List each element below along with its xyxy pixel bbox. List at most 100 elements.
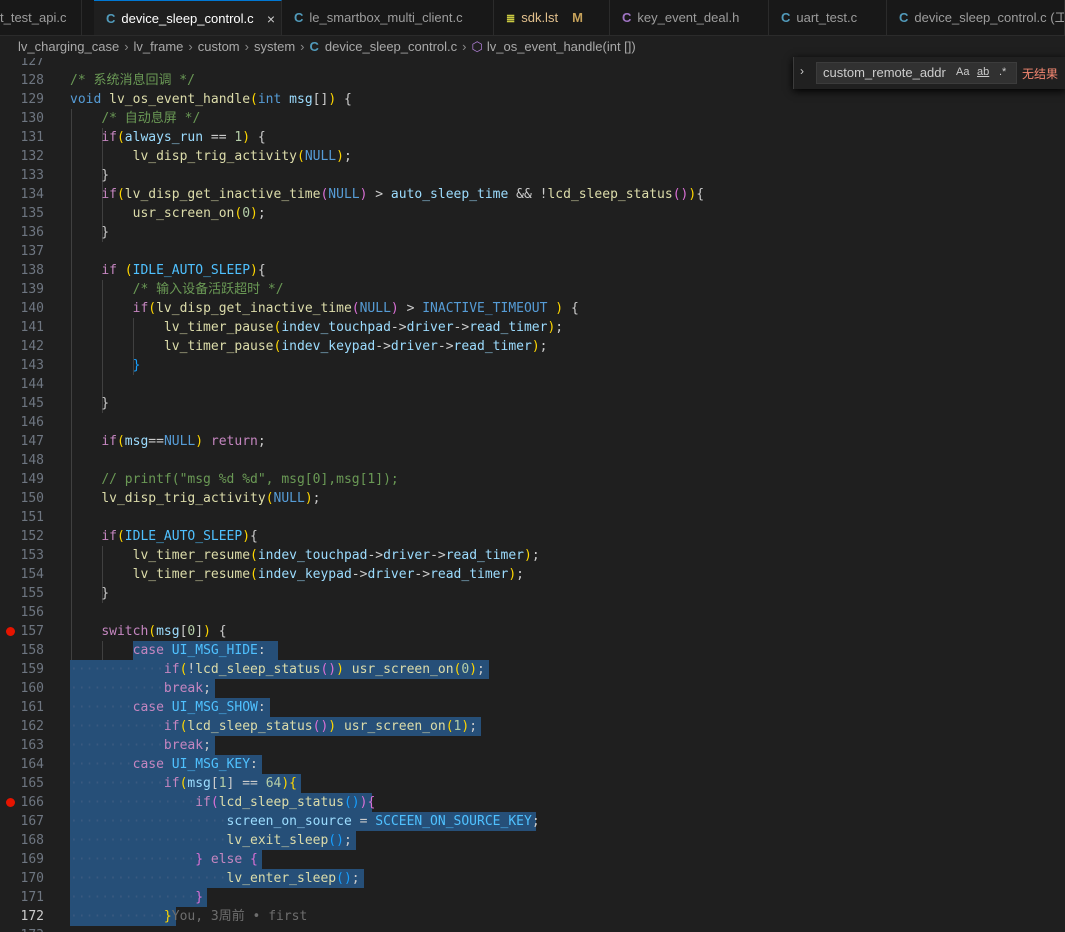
code-text: ················if(lcd_sleep_status()){ [70, 795, 376, 810]
line-number[interactable]: 164 [0, 755, 44, 774]
line-number[interactable]: 160 [0, 679, 44, 698]
c-file-icon: C [309, 39, 319, 54]
line-number[interactable]: 166 [0, 793, 44, 812]
line-number[interactable]: 132 [0, 147, 44, 166]
code-line: 165 ············if(msg[1] == 64){ [0, 774, 1065, 793]
git-blame-annotation[interactable]: You, 3周前 • first [172, 909, 308, 924]
tab-device-sleep-control-c[interactable]: Cdevice_sleep_control.c (工 [887, 0, 1065, 35]
code-text: } [70, 225, 110, 240]
code-text: ················} [70, 890, 204, 905]
line-number[interactable]: 129 [0, 90, 44, 109]
code-line: 170 ····················lv_enter_sleep(); [0, 869, 1065, 888]
line-number[interactable]: 137 [0, 242, 44, 261]
tab-uart-test-c[interactable]: Cuart_test.c [769, 0, 887, 35]
toggle-replace-chevron-icon[interactable]: › [800, 64, 804, 78]
tab-sdk-lst[interactable]: ≣ sdk.lst M [494, 0, 610, 35]
code-line: 153 lv_timer_resume(indev_touchpad->driv… [0, 546, 1065, 565]
line-number[interactable]: 148 [0, 451, 44, 470]
line-number[interactable]: 134 [0, 185, 44, 204]
tab-t-test-api-c[interactable]: t_test_api.c [0, 0, 82, 35]
code-text: if(msg==NULL) return; [101, 434, 266, 449]
find-input[interactable]: custom_remote_addr Aa ab .* [816, 62, 1017, 84]
line-number[interactable]: 155 [0, 584, 44, 603]
breadcrumb-item[interactable]: system [254, 39, 295, 54]
code-text: } [70, 168, 110, 183]
line-number[interactable]: 128 [0, 71, 44, 90]
line-number[interactable]: 163 [0, 736, 44, 755]
code-line: 159 ············if(!lcd_sleep_status()) u… [0, 660, 1065, 679]
line-number[interactable]: 171 [0, 888, 44, 907]
line-number[interactable]: 172 [0, 907, 44, 926]
code-text: ····················screen_on_source = S… [70, 814, 540, 829]
line-number[interactable]: 150 [0, 489, 44, 508]
line-number[interactable]: 147 [0, 432, 44, 451]
breadcrumb-item[interactable]: lv_charging_case [18, 39, 119, 54]
line-number[interactable]: 145 [0, 394, 44, 413]
code-line: 154 lv_timer_resume(indev_keypad->driver… [0, 565, 1065, 584]
line-number[interactable]: 173 [0, 926, 44, 932]
code-line: 146 [0, 413, 1065, 432]
code-text: lv_disp_trig_activity(NULL); [132, 149, 352, 164]
line-number[interactable]: 167 [0, 812, 44, 831]
breadcrumb-item[interactable]: lv_frame [134, 39, 184, 54]
code-line: 129 void lv_os_event_handle(int msg[]) { [0, 90, 1065, 109]
breadcrumb-file[interactable]: device_sleep_control.c [325, 39, 457, 54]
line-number[interactable]: 142 [0, 337, 44, 356]
line-number[interactable]: 138 [0, 261, 44, 280]
line-number[interactable]: 162 [0, 717, 44, 736]
whole-word-icon[interactable]: ab [977, 66, 989, 78]
code-line: 142 lv_timer_pause(indev_keypad->driver-… [0, 337, 1065, 356]
line-number[interactable]: 151 [0, 508, 44, 527]
line-number[interactable]: 144 [0, 375, 44, 394]
code-line: 145 } [0, 394, 1065, 413]
list-file-icon: ≣ [506, 13, 516, 25]
chevron-right-icon: › [462, 39, 467, 54]
breadcrumb-symbol[interactable]: lv_os_event_handle(int []) [487, 39, 636, 54]
match-case-icon[interactable]: Aa [956, 66, 969, 78]
code-line: 130 /* 自动息屏 */ [0, 109, 1065, 128]
tab-device-sleep-control-c[interactable]: Cdevice_sleep_control.c × [94, 0, 282, 35]
regex-icon[interactable]: .* [999, 66, 1006, 78]
line-number[interactable]: 157 [0, 622, 44, 641]
editor-tab-bar: t_test_api.c Cdevice_sleep_control.c × Cle_… [0, 0, 1065, 36]
line-number[interactable]: 149 [0, 470, 44, 489]
line-number[interactable]: 161 [0, 698, 44, 717]
line-number[interactable]: 141 [0, 318, 44, 337]
code-line: 163 ············break; [0, 736, 1065, 755]
line-number[interactable]: 131 [0, 128, 44, 147]
tab-le-smartbox-multi-client-c[interactable]: Cle_smartbox_multi_client.c [282, 0, 494, 35]
breadcrumb-item[interactable]: custom [198, 39, 240, 54]
code-text: ····················lv_enter_sleep(); [70, 871, 360, 886]
code-text: ············}You, 3周前 • first [70, 909, 308, 924]
line-number[interactable]: 130 [0, 109, 44, 128]
code-text: if(IDLE_AUTO_SLEEP){ [101, 529, 258, 544]
code-line: 144 [0, 375, 1065, 394]
code-line: 131 if(always_run == 1) { [0, 128, 1065, 147]
line-number[interactable]: 158 [0, 641, 44, 660]
line-number[interactable]: 146 [0, 413, 44, 432]
line-number[interactable]: 165 [0, 774, 44, 793]
tab-key-event-deal-h[interactable]: Ckey_event_deal.h [610, 0, 769, 35]
chevron-right-icon: › [188, 39, 193, 54]
line-number[interactable]: 170 [0, 869, 44, 888]
line-number[interactable]: 159 [0, 660, 44, 679]
line-number[interactable]: 156 [0, 603, 44, 622]
line-number[interactable]: 127 [0, 58, 44, 71]
code-line: 136 } [0, 223, 1065, 242]
line-number[interactable]: 169 [0, 850, 44, 869]
line-number[interactable]: 168 [0, 831, 44, 850]
line-number[interactable]: 135 [0, 204, 44, 223]
line-number[interactable]: 143 [0, 356, 44, 375]
line-number[interactable]: 154 [0, 565, 44, 584]
line-number[interactable]: 136 [0, 223, 44, 242]
code-line: 171 ················} [0, 888, 1065, 907]
close-tab-icon[interactable]: × [267, 1, 275, 35]
line-number[interactable]: 139 [0, 280, 44, 299]
code-editor[interactable]: 127 128 /* 系统消息回调 */ 129 void lv_os_event_ha… [0, 58, 1065, 932]
method-symbol-icon: ⬡ [471, 39, 483, 54]
line-number[interactable]: 140 [0, 299, 44, 318]
code-line: 166 ················if(lcd_sleep_status()… [0, 793, 1065, 812]
line-number[interactable]: 133 [0, 166, 44, 185]
line-number[interactable]: 152 [0, 527, 44, 546]
line-number[interactable]: 153 [0, 546, 44, 565]
